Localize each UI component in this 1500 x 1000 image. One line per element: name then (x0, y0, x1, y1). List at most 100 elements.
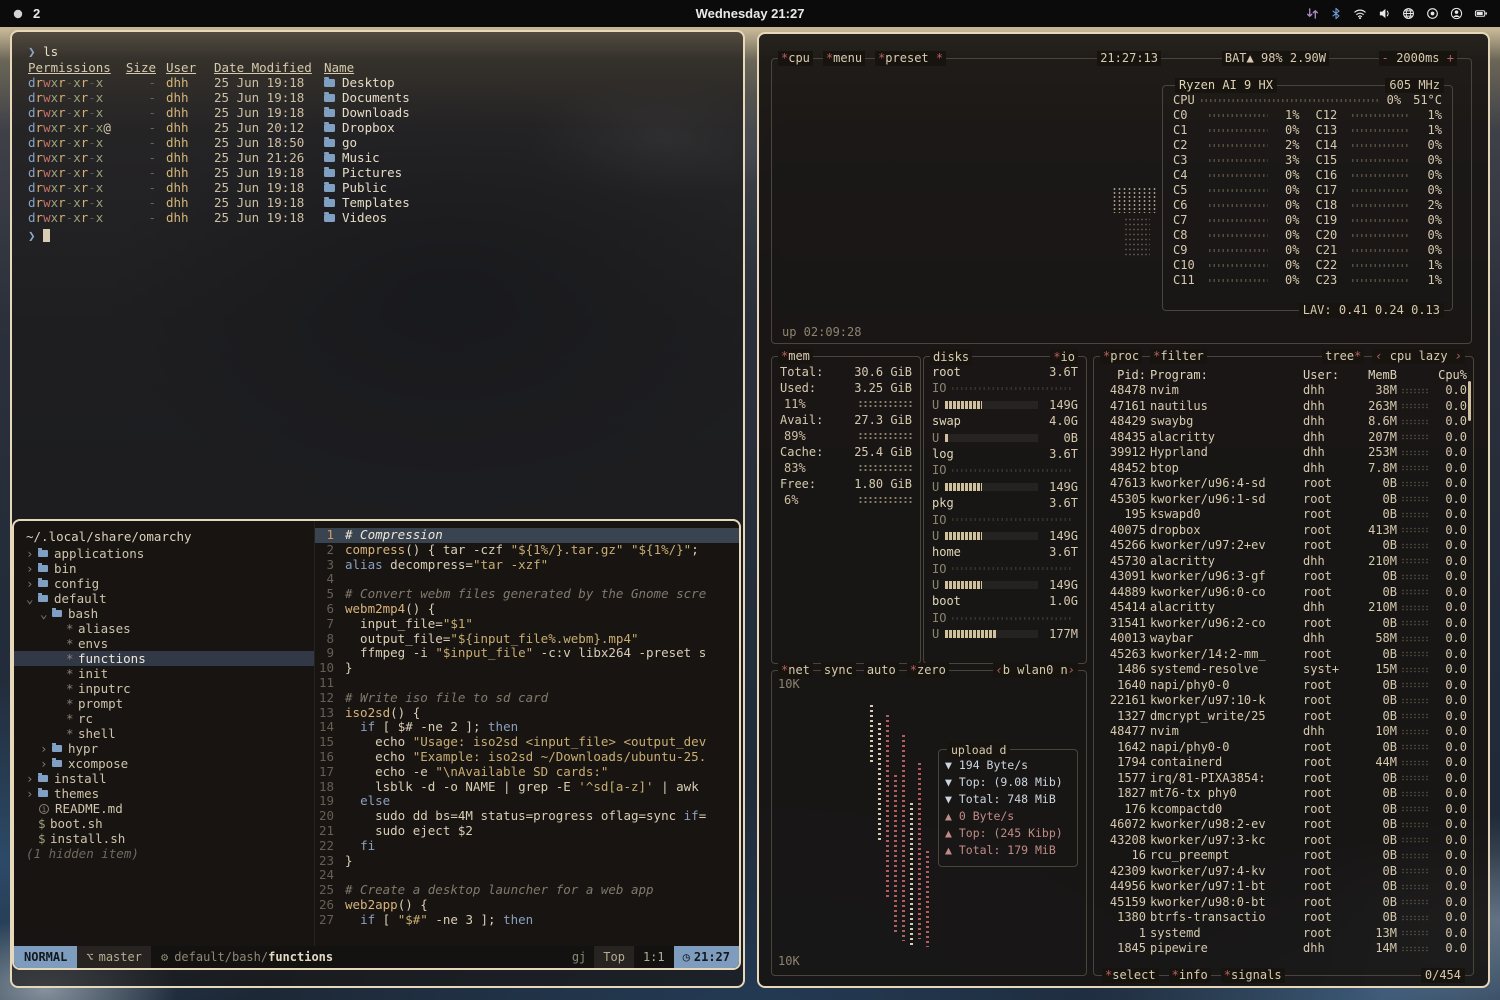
proc-row[interactable]: 48435alacrittydhh207M0.0 (1100, 430, 1467, 446)
tree-item-inputrc[interactable]: *inputrc (14, 681, 314, 696)
proc-row[interactable]: 45305kworker/u96:1-sdroot0B0.0 (1100, 492, 1467, 508)
buffer-line[interactable]: 23} (315, 854, 739, 869)
network-interface-switcher[interactable]: ‹b wlan0 n› (993, 663, 1079, 678)
proc-row[interactable]: 1640napi/phy0-0root0B0.0 (1100, 678, 1467, 694)
buffer-line[interactable]: 27 if [ "$#" -ne 3 ]; then (315, 913, 739, 928)
buffer-line[interactable]: 12# Write iso file to sd card (315, 691, 739, 706)
proc-row[interactable]: 43091kworker/u96:3-gfroot0B0.0 (1100, 569, 1467, 585)
buffer-line[interactable]: 24 (315, 868, 739, 883)
proc-row[interactable]: 16rcu_preemptroot0B0.0 (1100, 848, 1467, 864)
globe-icon[interactable] (1402, 7, 1415, 20)
proc-row[interactable]: 1827mt76-tx phy0root0B0.0 (1100, 786, 1467, 802)
bluetooth-icon[interactable] (1330, 7, 1342, 20)
net-stats-title[interactable]: upload d (947, 742, 1010, 759)
proc-row[interactable]: 22161kworker/u97:10-kroot0B0.0 (1100, 693, 1467, 709)
tree-item-install.sh[interactable]: $install.sh (14, 831, 314, 846)
proc-row[interactable]: 1systemdroot13M0.0 (1100, 926, 1467, 942)
tree-item-config[interactable]: ›config (14, 576, 314, 591)
tab-disks[interactable]: disks (930, 349, 972, 365)
proc-row[interactable]: 1486systemd-resolvesyst+15M0.0 (1100, 662, 1467, 678)
record-icon[interactable] (1426, 7, 1439, 20)
tree-item-rc[interactable]: *rc (14, 711, 314, 726)
tab-sync[interactable]: sync (821, 663, 856, 678)
buffer-line[interactable]: 8 output_file="${input_file%.webm}.mp4" (315, 632, 739, 647)
footer-info[interactable]: *info (1169, 968, 1211, 983)
wifi-icon[interactable] (1353, 7, 1367, 20)
proc-row[interactable]: 1327dmcrypt_write/25root0B0.0 (1100, 709, 1467, 725)
footer-signals[interactable]: *signals (1221, 968, 1285, 983)
proc-row[interactable]: 195kswapd0root0B0.0 (1100, 507, 1467, 523)
tab-zero[interactable]: *zero (907, 663, 949, 678)
buffer-line[interactable]: 26web2app() { (315, 898, 739, 913)
tree-item-install[interactable]: ›install (14, 771, 314, 786)
proc-row[interactable]: 45730alacrittydhh210M0.0 (1100, 554, 1467, 570)
tab-filter[interactable]: *filter (1150, 349, 1207, 364)
process-scrollbar[interactable] (1468, 381, 1471, 421)
tab-net[interactable]: *net (778, 663, 813, 678)
tree-item-applications[interactable]: ›applications (14, 546, 314, 561)
tab-auto[interactable]: auto (864, 663, 899, 678)
buffer-line[interactable]: 20 sudo dd bs=4M status=progress oflag=s… (315, 809, 739, 824)
proc-row[interactable]: 48477nvimdhh10M0.0 (1100, 724, 1467, 740)
proc-row[interactable]: 176kcompactd0root0B0.0 (1100, 802, 1467, 818)
buffer-line[interactable]: 11 (315, 676, 739, 691)
tree-item-bin[interactable]: ›bin (14, 561, 314, 576)
tree-item-prompt[interactable]: *prompt (14, 696, 314, 711)
tree-item-envs[interactable]: *envs (14, 636, 314, 651)
buffer-line[interactable]: 19 else (315, 794, 739, 809)
tab-cpu[interactable]: *cpu (778, 51, 813, 66)
tree-item-default[interactable]: ⌄default (14, 591, 314, 606)
buffer-line[interactable]: 5# Convert webm files generated by the G… (315, 587, 739, 602)
buffer-line[interactable]: 7 input_file="$1" (315, 617, 739, 632)
tab-proc[interactable]: *proc (1100, 349, 1142, 364)
buffer-line[interactable]: 21 sudo eject $2 (315, 824, 739, 839)
buffer-line[interactable]: 6webm2mp4() { (315, 602, 739, 617)
sort-selector[interactable]: ‹ cpu lazy › (1372, 349, 1465, 364)
buffer-line[interactable]: 14 if [ $# -ne 2 ]; then (315, 720, 739, 735)
proc-row[interactable]: 45414alacrittydhh210M0.0 (1100, 600, 1467, 616)
proc-row[interactable]: 1845pipewiredhh14M0.0 (1100, 941, 1467, 957)
workspace-indicator[interactable]: 2 (33, 0, 40, 27)
buffer-line[interactable]: 10} (315, 661, 739, 676)
tree-item-functions[interactable]: *functions (14, 651, 314, 666)
tab-preset[interactable]: *preset * (875, 51, 946, 66)
buffer-line[interactable]: 9 ffmpeg -i "$input_file" -c:v libx264 -… (315, 646, 739, 661)
proc-row[interactable]: 40013waybardhh58M0.0 (1100, 631, 1467, 647)
editor-buffer[interactable]: 1# Compression2compress() { tar -czf "${… (314, 521, 739, 946)
proc-row[interactable]: 40075dropboxroot413M0.0 (1100, 523, 1467, 539)
proc-row[interactable]: 45263kworker/14:2-mm_root0B0.0 (1100, 647, 1467, 663)
buffer-line[interactable]: 1# Compression (315, 528, 739, 543)
buffer-line[interactable]: 17 echo -e "\nAvailable SD cards:" (315, 765, 739, 780)
tree-item-README.md[interactable]: iREADME.md (14, 801, 314, 816)
proc-row[interactable]: 1794containerdroot44M0.0 (1100, 755, 1467, 771)
buffer-line[interactable]: 3alias decompress="tar -xzf" (315, 558, 739, 573)
proc-row[interactable]: 48429swaybgdhh8.6M0.0 (1100, 414, 1467, 430)
account-icon[interactable] (1450, 7, 1463, 20)
proc-row[interactable]: 44956kworker/u97:1-btroot0B0.0 (1100, 879, 1467, 895)
buffer-line[interactable]: 2compress() { tar -czf "${1%/}.tar.gz" "… (315, 543, 739, 558)
tree-item-hypr[interactable]: ›hypr (14, 741, 314, 756)
proc-row[interactable]: 47613kworker/u96:4-sdroot0B0.0 (1100, 476, 1467, 492)
buffer-line[interactable]: 13iso2sd() { (315, 706, 739, 721)
proc-row[interactable]: 1380btrfs-transactioroot0B0.0 (1100, 910, 1467, 926)
footer-select[interactable]: *select (1102, 968, 1159, 983)
buffer-line[interactable]: 18 lsblk -d -o NAME | grep -E '^sd[a-z]'… (315, 780, 739, 795)
tree-item-shell[interactable]: *shell (14, 726, 314, 741)
volume-icon[interactable] (1378, 7, 1391, 20)
proc-row[interactable]: 48452btopdhh7.8M0.0 (1100, 461, 1467, 477)
launcher-icon[interactable] (12, 8, 24, 20)
buffer-line[interactable]: 22 fi (315, 839, 739, 854)
update-interval-control[interactable]: - 2000ms + (1379, 51, 1457, 66)
tree-item-bash[interactable]: ⌄bash (14, 606, 314, 621)
proc-row[interactable]: 39912Hyprlanddhh253M0.0 (1100, 445, 1467, 461)
proc-row[interactable]: 48478nvimdhh38M0.0 (1100, 383, 1467, 399)
buffer-line[interactable]: 15 echo "Usage: iso2sd <input_file> <out… (315, 735, 739, 750)
tree-item-boot.sh[interactable]: $boot.sh (14, 816, 314, 831)
proc-row[interactable]: 47161nautilusdhh263M0.0 (1100, 399, 1467, 415)
tree-item-init[interactable]: *init (14, 666, 314, 681)
battery-icon[interactable] (1474, 7, 1488, 20)
proc-row[interactable]: 31541kworker/u96:2-coroot0B0.0 (1100, 616, 1467, 632)
buffer-line[interactable]: 4 (315, 572, 739, 587)
tab-io[interactable]: *io (1050, 349, 1078, 365)
proc-row[interactable]: 43208kworker/u97:3-kcroot0B0.0 (1100, 833, 1467, 849)
